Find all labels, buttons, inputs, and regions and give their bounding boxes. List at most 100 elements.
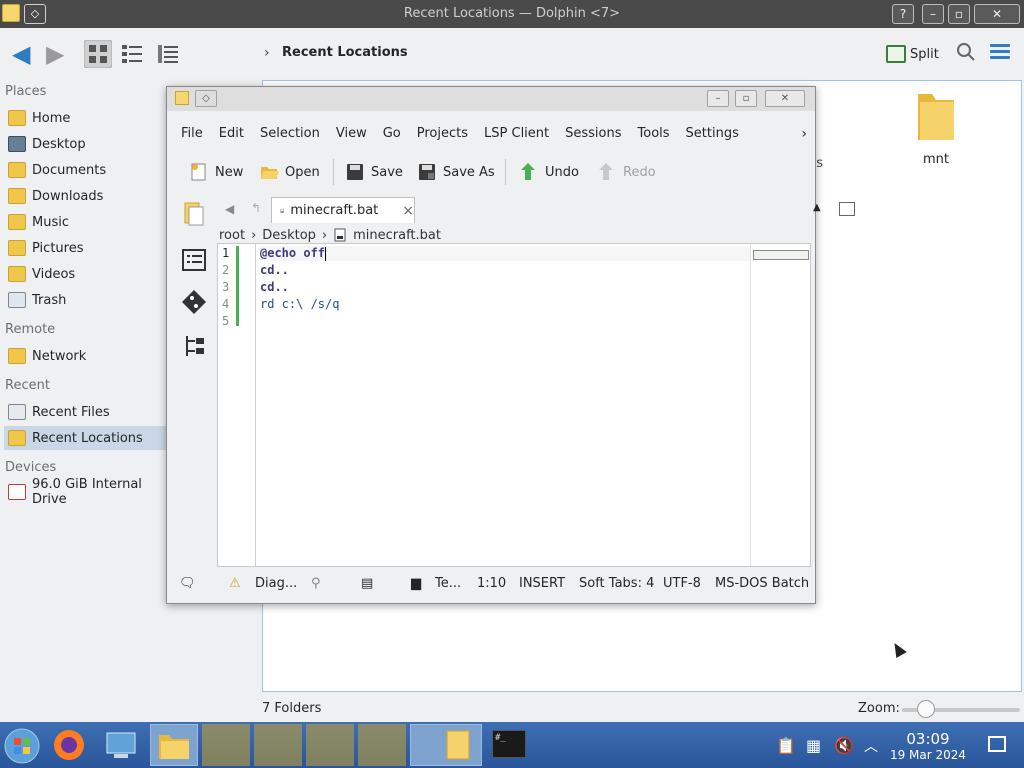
kate-icon [446,730,470,760]
code-line[interactable]: cd.. [260,263,289,277]
minimap-viewport[interactable] [753,250,809,260]
dolphin-titlebar[interactable]: ◇ Recent Locations — Dolphin <7> ? – ▫ ✕ [0,0,1024,28]
diagnostics-tab[interactable]: Diag... [255,576,297,591]
taskbar-folder-button[interactable] [358,724,406,766]
zoom-slider-handle[interactable] [916,700,935,718]
mute-icon[interactable]: 🔇 [834,736,854,755]
firefox-icon[interactable] [52,728,86,762]
place-trash[interactable]: Trash [4,288,170,312]
terminal-tab[interactable]: Te... [435,576,461,591]
indentation-settings[interactable]: Soft Tabs: 4 [579,576,654,591]
menu-projects[interactable]: Projects [409,123,476,145]
menu-settings[interactable]: Settings [678,123,747,145]
syntax-mode[interactable]: MS-DOS Batch [715,576,809,591]
show-desktop-icon[interactable] [988,736,1006,752]
tab-close-icon[interactable]: × [402,203,414,219]
save-as-button[interactable]: Save As [417,157,495,187]
menu-selection[interactable]: Selection [252,123,328,145]
tab-minecraft-bat[interactable]: minecraft.bat × [271,197,415,223]
place-videos[interactable]: Videos [4,262,170,286]
new-button[interactable]: New [189,157,243,187]
taskbar-folder-button[interactable] [306,724,354,766]
terminal-icon[interactable]: #_ [492,730,526,758]
place-recent-locations[interactable]: Recent Locations [4,426,170,450]
save-button[interactable]: Save [345,157,403,187]
place-recent-files[interactable]: Recent Files [4,400,170,424]
maximize-button[interactable]: ▫ [948,4,970,24]
help-button[interactable]: ? [892,4,914,24]
taskbar-dolphin-button[interactable] [150,724,198,766]
place-home[interactable]: Home [4,106,170,130]
build-output-icon[interactable]: ▤ [361,576,373,591]
close-button[interactable]: ✕ [974,4,1020,24]
tray-expand-icon[interactable]: ︿ [864,736,878,756]
taskbar-folder-button[interactable] [254,724,302,766]
clock-date: 19 Mar 2024 [889,748,967,762]
place-documents[interactable]: Documents [4,158,170,182]
split-button[interactable]: Split [886,40,939,68]
minimize-button[interactable]: – [922,4,944,24]
back-arrow-icon[interactable]: ◀ [12,42,30,66]
place-music[interactable]: Music [4,210,170,234]
messages-icon[interactable]: 🗨 [179,576,196,591]
kate-window-menu-icon[interactable]: ◇ [195,90,217,107]
taskbar-folder-button[interactable] [202,724,250,766]
forward-arrow-icon[interactable]: ▶ [46,42,64,66]
menu-tools[interactable]: Tools [630,123,678,145]
breadcrumb-chevron-icon[interactable]: › [264,45,270,61]
place-pictures[interactable]: Pictures [4,236,170,260]
notes-icon[interactable]: ▦ [806,736,821,755]
documents-list-icon[interactable] [181,201,207,227]
details-view-icon[interactable] [156,42,180,66]
open-button[interactable]: Open [259,157,320,187]
menu-go[interactable]: Go [375,123,409,145]
breadcrumb-desktop[interactable]: Desktop [262,228,316,243]
cursor-position[interactable]: 1:10 [477,576,506,591]
folder-mnt[interactable]: mnt [906,88,966,167]
clipboard-icon[interactable]: 📋 [776,736,796,755]
icons-view-icon[interactable] [84,40,112,68]
code-editor[interactable]: 1 2 3 4 5 @echo off cd.. cd.. rd c:\ /s/… [217,243,811,567]
search-icon[interactable] [956,42,976,62]
menu-sessions[interactable]: Sessions [557,123,629,145]
place-network[interactable]: Network [4,344,170,368]
place-downloads[interactable]: Downloads [4,184,170,208]
clock[interactable]: 03:09 19 Mar 2024 [880,730,976,762]
start-menu-icon[interactable] [4,728,40,764]
tab-list-icon[interactable]: ▲ [813,202,821,213]
undo-button[interactable]: Undo [519,157,579,187]
breadcrumb[interactable]: Recent Locations [282,45,408,60]
project-tree-icon[interactable] [181,333,207,359]
kate-maximize-button[interactable]: ▫ [735,90,757,107]
split-view-icon[interactable] [839,202,855,216]
code-line[interactable]: cd.. [260,280,289,294]
menu-view[interactable]: View [328,123,375,145]
menu-file[interactable]: File [167,123,211,145]
code-line[interactable]: @echo off [260,246,750,261]
breadcrumb-root[interactable]: root [219,228,245,243]
redo-button[interactable]: Redo [597,157,656,187]
kate-minimize-button[interactable]: – [707,90,729,107]
menu-edit[interactable]: Edit [211,123,252,145]
kate-app-icon[interactable] [175,91,189,105]
search-icon[interactable]: ⚲ [311,576,321,591]
breadcrumb-file[interactable]: minecraft.bat [353,228,441,243]
git-icon[interactable] [181,289,207,315]
taskbar-kate-button[interactable] [410,724,482,766]
symbol-list-icon[interactable] [181,247,207,273]
input-mode[interactable]: INSERT [519,576,565,591]
menu-lsp-client[interactable]: LSP Client [476,123,557,145]
encoding[interactable]: UTF-8 [663,576,701,591]
menu-overflow-chevron-icon[interactable]: › [801,123,807,145]
system-settings-icon[interactable] [104,728,138,762]
place-desktop[interactable]: Desktop [4,132,170,156]
hamburger-menu-icon[interactable] [990,44,1010,60]
place-internal-drive[interactable]: 96.0 GiB Internal Drive [4,477,170,507]
kate-titlebar[interactable]: ◇ – ▫ ✕ [167,87,815,111]
minimap[interactable] [750,244,810,566]
tab-forward-icon[interactable]: ↰ [251,201,261,215]
kate-close-button[interactable]: ✕ [765,90,805,107]
compact-view-icon[interactable] [120,42,144,66]
code-line[interactable]: rd c:\ /s/q [260,297,339,311]
tab-back-icon[interactable]: ◀ [225,202,234,216]
